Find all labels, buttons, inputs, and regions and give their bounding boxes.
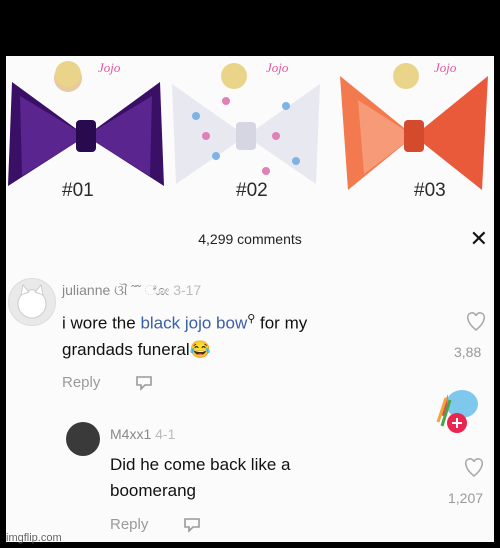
comment-text: i wore the black jojo bow⚲ for my granda… <box>62 313 308 359</box>
search-link[interactable]: black jojo bow <box>140 314 247 333</box>
butterfly-bow-image: Jojo <box>172 60 320 184</box>
comment-username[interactable]: M4xx1 4-1 <box>110 426 175 442</box>
comment-username[interactable]: julianne ଔ ˜˜ ೋ 3-17 <box>62 282 201 299</box>
like-count: 1,207 <box>448 490 484 506</box>
bow-number-01: #01 <box>62 180 94 201</box>
close-icon[interactable]: ✕ <box>470 226 488 252</box>
bow-card-02[interactable]: Jojo #02 <box>166 56 326 201</box>
comments-count: 4,299 comments <box>198 231 302 247</box>
watermark: imgflip.com <box>6 532 62 544</box>
svg-text:Jojo: Jojo <box>266 60 289 75</box>
cat-avatar-icon <box>17 283 47 319</box>
like-count: 3,88 <box>454 344 482 360</box>
reply-button[interactable]: Reply <box>110 516 148 533</box>
add-icon[interactable] <box>446 412 468 434</box>
bow-card-01[interactable]: Jojo #01 <box>6 56 166 201</box>
reply-button[interactable]: Reply <box>62 374 100 391</box>
comment-text: Did he come back like a boomerang <box>110 455 291 500</box>
dislike-icon[interactable] <box>134 374 154 392</box>
purple-bow-image: Jojo <box>8 60 164 186</box>
bow-number-03: #03 <box>414 180 446 201</box>
avatar[interactable] <box>66 422 100 456</box>
avatar[interactable] <box>8 278 56 326</box>
tiktok-comments-screen: Jojo #01 Jojo #02 Jojo #03 4,299 comment… <box>6 56 494 542</box>
coral-bow-image: Jojo <box>340 60 488 190</box>
dislike-icon[interactable] <box>182 516 202 534</box>
heart-icon[interactable] <box>464 310 488 332</box>
bow-image-strip: Jojo #01 Jojo #02 Jojo #03 <box>6 56 494 201</box>
bow-card-03[interactable]: Jojo #03 <box>334 56 494 201</box>
bow-number-02: #02 <box>236 180 268 201</box>
heart-icon[interactable] <box>462 456 486 478</box>
svg-text:Jojo: Jojo <box>98 60 121 75</box>
svg-text:Jojo: Jojo <box>434 60 457 75</box>
